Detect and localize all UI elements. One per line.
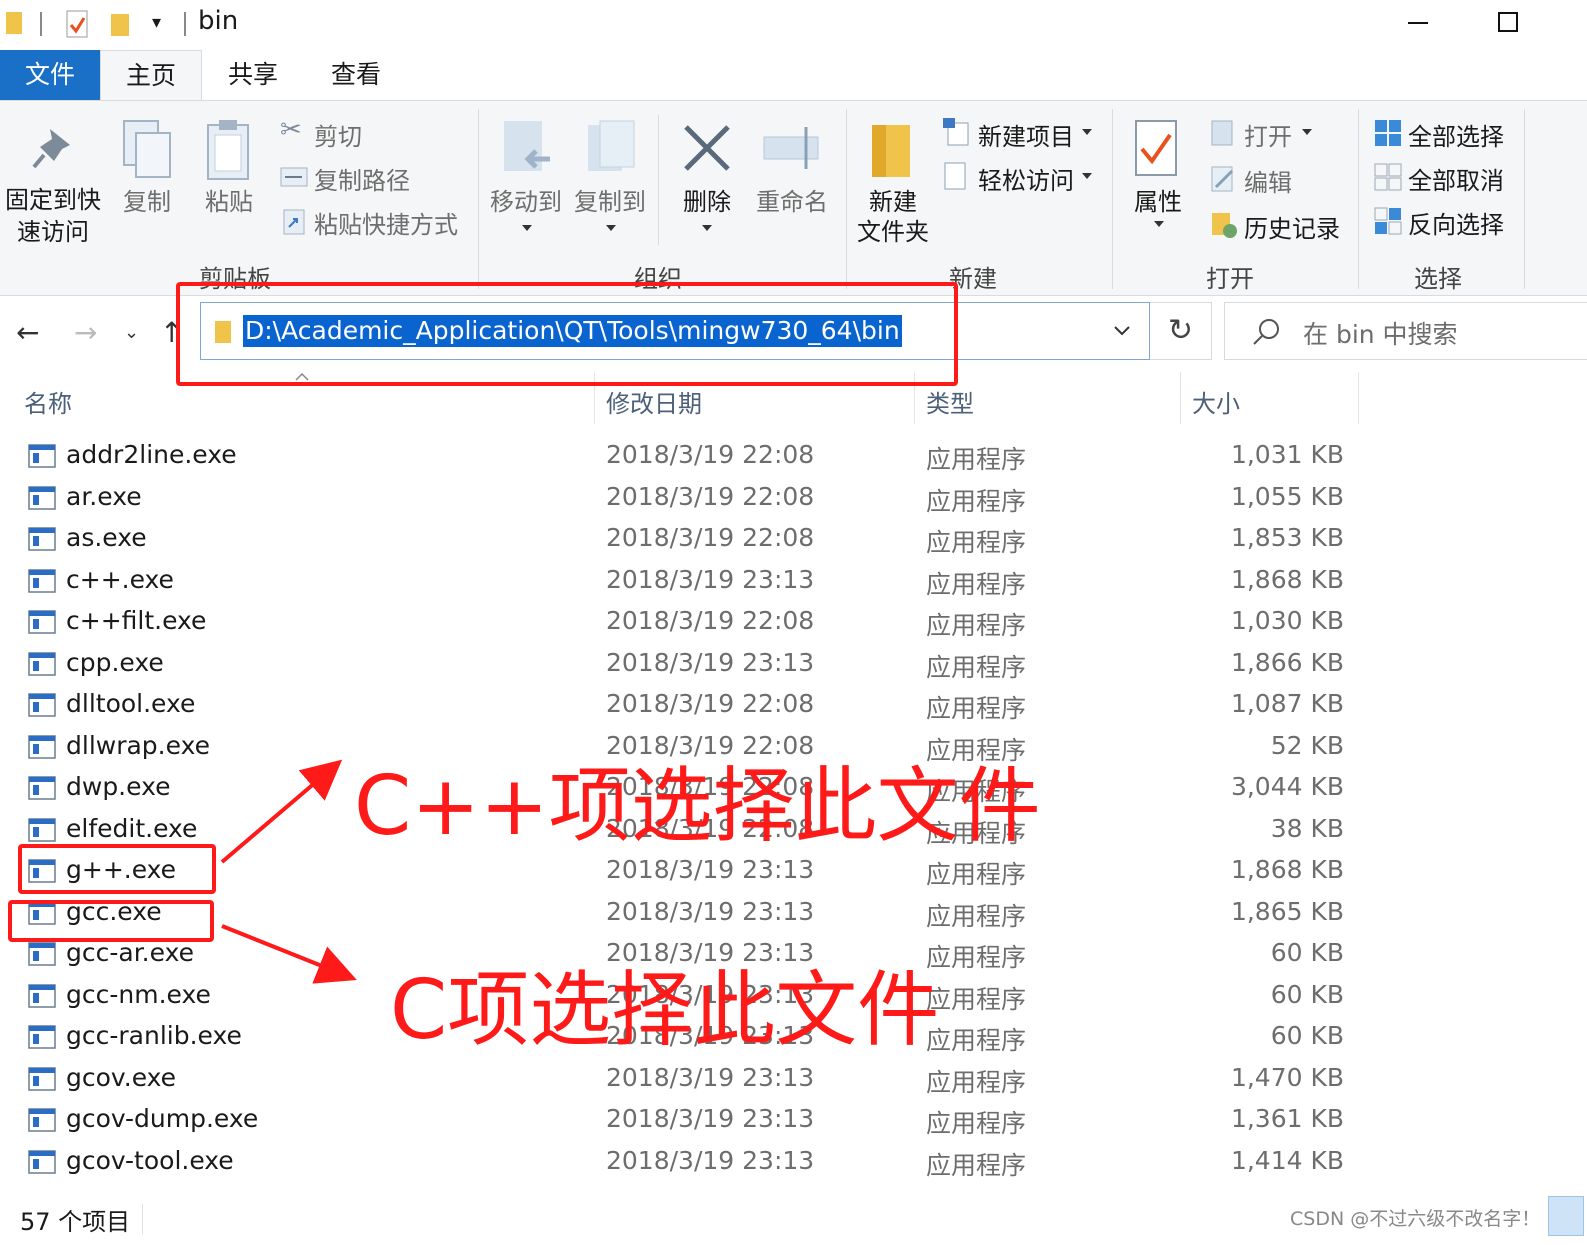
details-view-toggle[interactable] bbox=[1548, 1196, 1584, 1236]
item-count: 57 个项目 bbox=[20, 1208, 131, 1236]
arrow-to-cpp-annotation bbox=[220, 759, 343, 864]
cpp-annotation-text: C++项选择此文件 bbox=[354, 759, 1041, 854]
annotation-arrows bbox=[220, 759, 357, 984]
arrow-to-c-annotation bbox=[221, 924, 357, 984]
status-bar: 57 个项目 CSDN @不过六级不改名字！ bbox=[0, 1196, 1587, 1245]
watermark: CSDN @不过六级不改名字！ bbox=[1290, 1208, 1541, 1230]
c-annotation-text: C项选择此文件 bbox=[390, 963, 940, 1058]
status-divider bbox=[142, 1204, 143, 1234]
